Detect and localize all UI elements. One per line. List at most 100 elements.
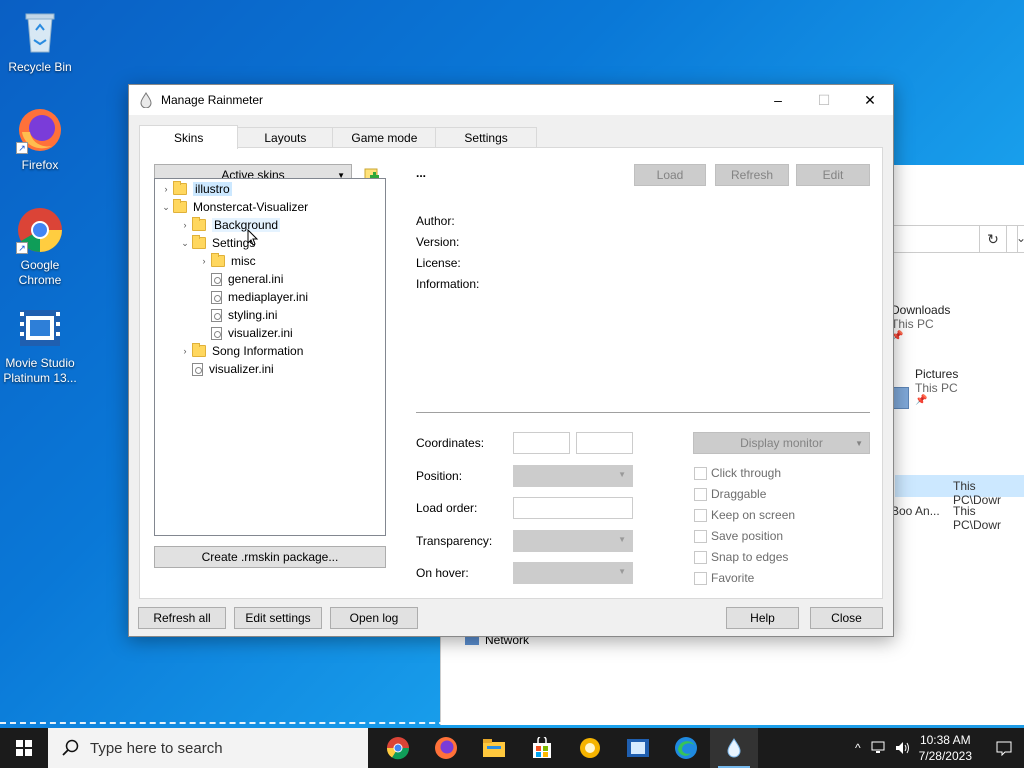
tree-node-settings[interactable]: ⌄ Settings [178,234,255,252]
help-button[interactable]: Help [726,607,799,629]
dropdown-arrow-icon: ▼ [618,567,626,576]
favorite-checkbox[interactable]: Favorite [694,571,754,585]
tab-layouts[interactable]: Layouts [237,127,334,148]
desktop-icon-label: Firefox [21,158,59,172]
taskbar-firefox[interactable] [422,728,470,768]
snap-to-edges-checkbox[interactable]: Snap to edges [694,550,788,564]
save-position-checkbox[interactable]: Save position [694,529,783,543]
mouse-cursor-icon [247,229,259,246]
author-label: Author: [416,214,455,228]
refresh-all-button[interactable]: Refresh all [138,607,226,629]
load-order-label: Load order: [416,501,478,515]
position-select[interactable]: ▼ [513,465,633,487]
checkbox-box [694,508,707,522]
dropdown-arrow-icon: ▼ [618,470,626,479]
desktop-icon-recycle-bin[interactable]: Recycle Bin [0,8,80,75]
maximize-button[interactable]: ☐ [801,85,847,115]
click-through-checkbox[interactable]: Click through [694,466,781,480]
tree-node-illustro[interactable]: › illustro [159,180,232,198]
edit-settings-button[interactable]: Edit settings [234,607,322,629]
tree-node-background[interactable]: › Background [178,216,281,234]
store-icon [533,737,551,758]
search-icon [62,739,79,756]
taskbar-app-yellow[interactable] [566,728,614,768]
desktop-icon-label: Google Chrome [18,258,62,287]
close-button[interactable]: Close [810,607,883,629]
close-window-button[interactable]: ✕ [847,85,893,115]
tree-node-general-ini[interactable]: general.ini [211,270,283,288]
tab-skins[interactable]: Skins [139,125,239,149]
desktop-icon-firefox[interactable]: ↗ Firefox [0,106,80,173]
create-rmskin-package-button[interactable]: Create .rmskin package... [154,546,386,568]
quick-access-downloads[interactable]: Downloads This PC 📌 [891,303,950,342]
tree-node-visualizer-ini[interactable]: visualizer.ini [192,360,274,378]
position-label: Position: [416,469,463,483]
expand-icon[interactable]: › [178,220,192,230]
title-bar[interactable]: Manage Rainmeter – ☐ ✕ [129,85,893,115]
tree-node-styling-ini[interactable]: styling.ini [211,306,277,324]
recent-row[interactable]: Boo An... This PC\Dowr [891,501,1024,532]
coordinate-x-input[interactable] [513,432,570,454]
taskbar-rainmeter[interactable] [710,728,758,768]
collapse-icon[interactable]: ⌄ [178,238,192,249]
tab-game-mode[interactable]: Game mode [332,127,437,148]
checkbox-box [694,571,707,585]
taskbar-store[interactable] [518,728,566,768]
tree-node-visualizer-ini-settings[interactable]: visualizer.ini [211,324,293,342]
checkbox-box [694,487,707,501]
tree-node-label: Monstercat-Visualizer [193,200,309,214]
desktop-icon-movie-studio[interactable]: Movie Studio Platinum 13... [0,304,80,386]
collapse-icon[interactable]: ⌄ [159,202,173,213]
load-button[interactable]: Load [634,164,706,186]
volume-icon[interactable] [895,741,911,755]
open-log-button[interactable]: Open log [330,607,418,629]
manage-rainmeter-dialog: Manage Rainmeter – ☐ ✕ Skins Layouts Gam… [128,84,894,637]
checkbox-label: Save position [711,529,784,543]
skins-panel: Active skins ▼ › illustro ⌄ Monstercat-V… [139,147,883,599]
taskbar-movie-studio[interactable] [614,728,662,768]
network-icon[interactable] [871,741,887,755]
version-label: Version: [416,235,460,249]
taskbar-file-explorer[interactable] [470,728,518,768]
on-hover-select[interactable]: ▼ [513,562,633,584]
tree-node-mediaplayer-ini[interactable]: mediaplayer.ini [211,288,308,306]
ini-file-icon [211,308,222,322]
edit-button[interactable]: Edit [796,164,870,186]
desktop-icon-chrome[interactable]: ↗ Google Chrome [0,206,80,288]
transparency-label: Transparency: [416,534,493,548]
window-title: Manage Rainmeter [161,93,264,107]
tree-node-monstercat-visualizer[interactable]: ⌄ Monstercat-Visualizer [159,198,308,216]
chevron-up-icon[interactable]: ^ [855,741,861,755]
app-circle-icon [580,738,600,758]
taskbar-chrome[interactable] [374,728,422,768]
expand-icon[interactable]: › [178,346,192,356]
tree-node-song-information[interactable]: › Song Information [178,342,303,360]
minimize-button[interactable]: – [755,85,801,115]
start-button[interactable] [0,728,48,768]
expand-icon[interactable]: › [159,184,173,194]
display-monitor-button[interactable]: Display monitor ▼ [693,432,870,454]
taskbar-edge[interactable] [662,728,710,768]
separator [416,412,870,413]
folder-icon [173,199,187,213]
tree-node-misc[interactable]: › misc [197,252,256,270]
recent-row-selected[interactable]: This PC\Dowr [895,475,1024,507]
notifications-icon[interactable] [984,740,1024,756]
expand-icon[interactable]: › [197,256,211,266]
load-order-input[interactable] [513,497,633,519]
draggable-checkbox[interactable]: Draggable [694,487,766,501]
taskbar-search-box[interactable]: Type here to search [48,728,368,768]
checkbox-label: Click through [711,466,782,480]
clock-time: 10:38 AM [919,733,971,747]
coordinate-y-input[interactable] [576,432,633,454]
transparency-select[interactable]: ▼ [513,530,633,552]
quick-access-pictures[interactable]: Pictures This PC 📌 [915,367,958,406]
refresh-button[interactable]: Refresh [715,164,789,186]
tab-settings[interactable]: Settings [435,127,537,148]
skins-tree[interactable]: › illustro ⌄ Monstercat-Visualizer › Bac… [154,178,386,536]
keep-on-screen-checkbox[interactable]: Keep on screen [694,508,795,522]
clock[interactable]: 10:38 AM 7/28/2023 [919,732,972,764]
search-box[interactable] [1017,225,1024,253]
pin-icon: 📌 [891,331,904,342]
refresh-icon[interactable]: ↻ [979,225,1007,253]
